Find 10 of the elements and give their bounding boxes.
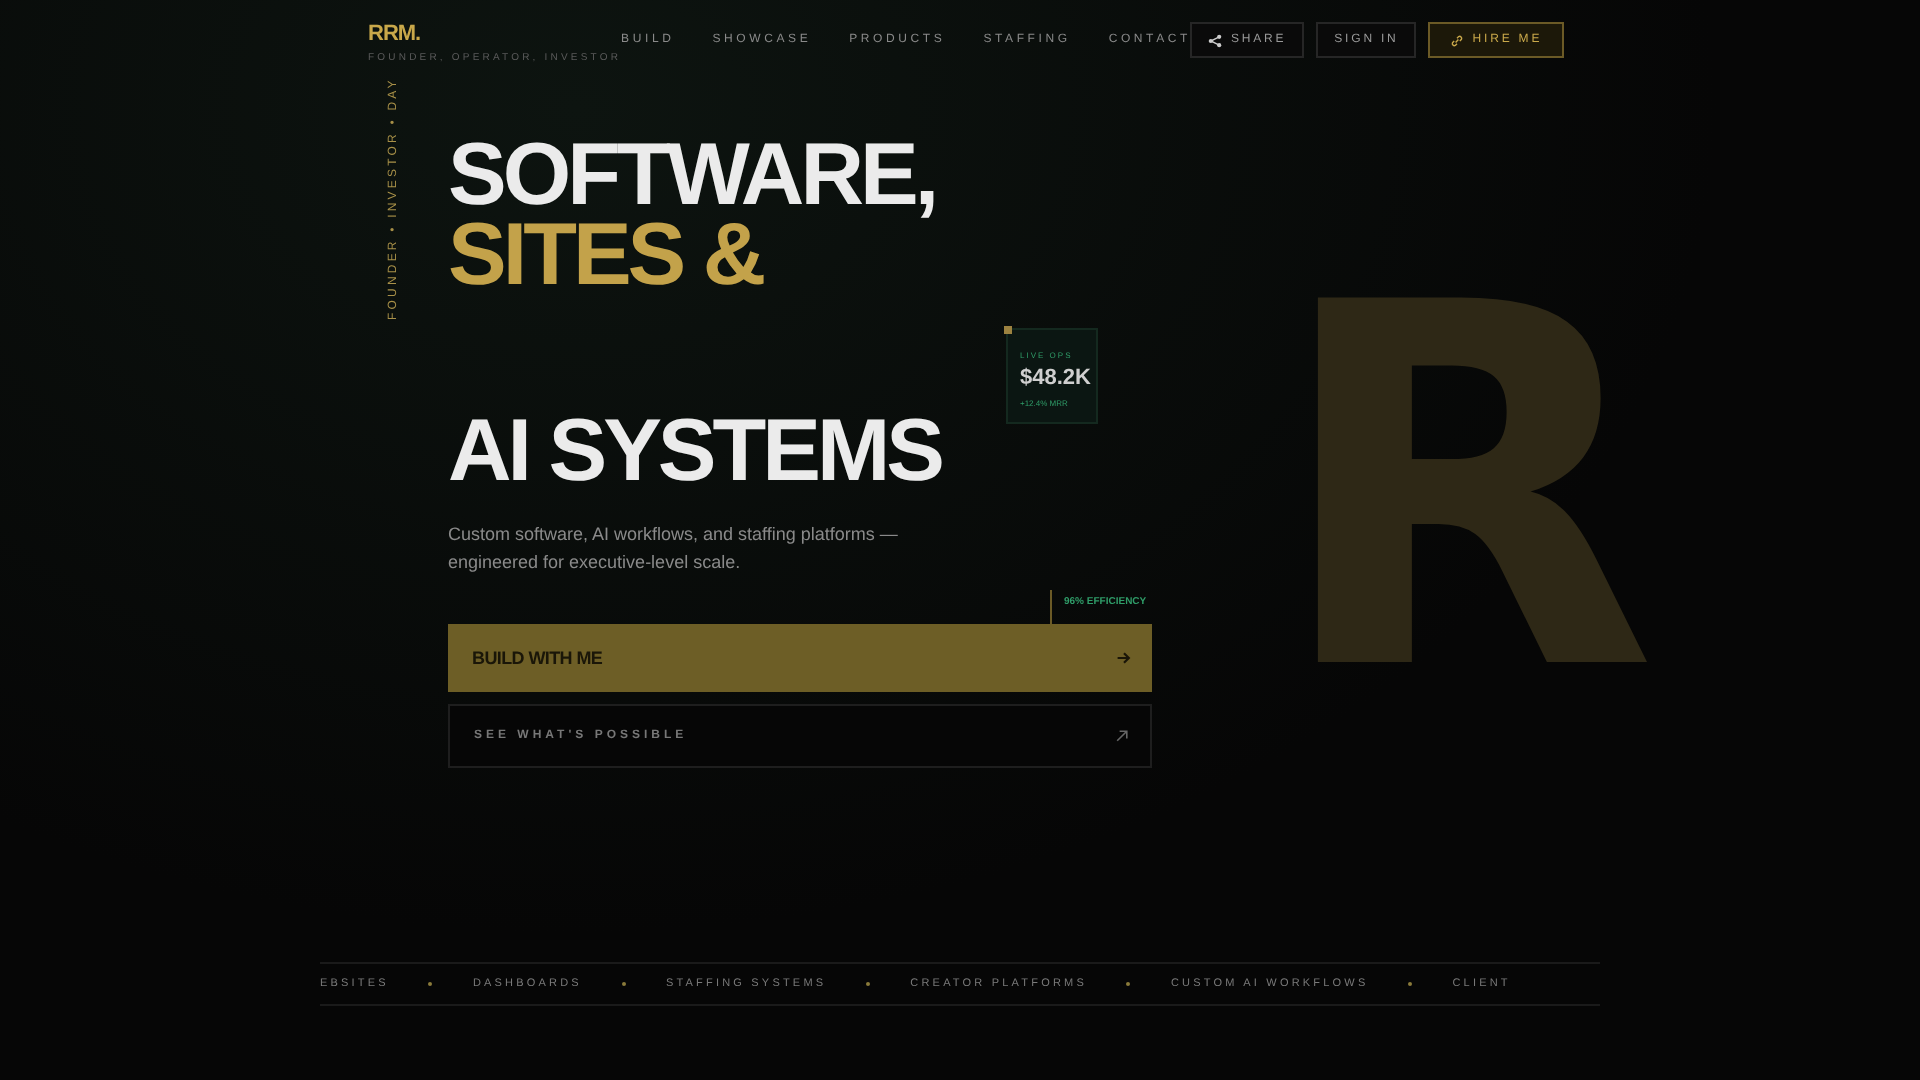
link-icon: [1450, 33, 1465, 47]
headline-line: SITES &: [448, 216, 764, 296]
stat-value: $48.2K: [1020, 366, 1093, 390]
logo[interactable]: RRM.: [368, 22, 622, 46]
share-icon: [1208, 33, 1223, 47]
headline-line: AI SYSTEMS: [448, 412, 944, 492]
subtitle: Custom software, AI workflows, and staffing platforms — engineered for executive-level scale.: [448, 522, 900, 576]
arrow-right-icon: [1116, 650, 1132, 666]
arrow-up-right-icon: [1114, 728, 1130, 744]
headline-line: SOFTWARE,: [448, 136, 938, 216]
